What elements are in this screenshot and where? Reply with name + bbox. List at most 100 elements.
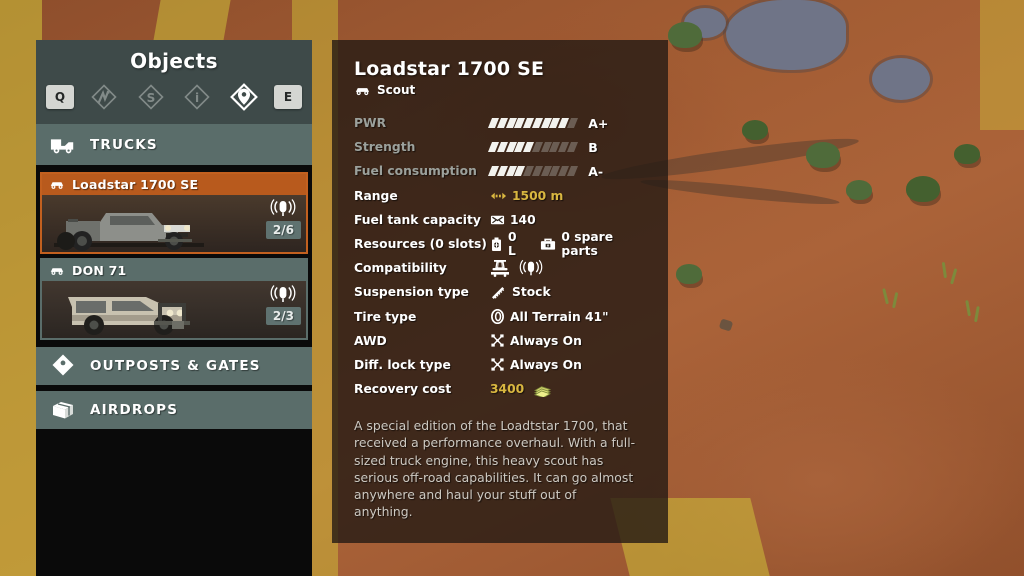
stat-label: Fuel consumption	[354, 164, 477, 179]
detail-class-label: Scout	[377, 83, 416, 97]
fuel-can-icon	[490, 237, 503, 252]
fuel-tank-icon	[490, 214, 505, 226]
stat-label: AWD	[354, 333, 387, 348]
svg-text:i: i	[195, 91, 199, 105]
sidebar-item-label: AIRDROPS	[90, 402, 179, 418]
tab-shop[interactable]: S	[134, 80, 168, 114]
truck-card-header: DON 71	[42, 260, 306, 281]
truck-icon	[50, 133, 76, 157]
stat-row-fuel-consumption: Fuel consumption A-	[354, 159, 648, 183]
stat-row-pwr: PWR A+	[354, 111, 648, 135]
stat-value: Always On	[490, 333, 582, 348]
sidebar-item-trucks[interactable]: TRUCKS	[36, 124, 312, 168]
stat-value	[490, 258, 543, 278]
stat-row-diff-lock-type: Diff. lock type Always On	[354, 353, 648, 377]
sidebar-item-label: TRUCKS	[90, 136, 158, 153]
list-item[interactable]: Loadstar 1700 SE 2/6	[40, 172, 308, 254]
list-item[interactable]: DON 71 2/3	[40, 258, 308, 340]
status-badge: 2/6	[265, 221, 301, 239]
tree	[742, 120, 768, 140]
stat-label: Strength	[354, 140, 416, 155]
stat-value-text: Always On	[510, 357, 582, 372]
sidebar-item-airdrops[interactable]: AIRDROPS	[36, 388, 312, 432]
truck-thumbnail	[54, 213, 204, 251]
detail-title: Loadstar 1700 SE	[354, 58, 545, 80]
stat-value: 1500 m	[490, 189, 563, 203]
detail-class: Scout	[354, 83, 648, 97]
stat-value: All Terrain 41"	[490, 309, 609, 325]
tree	[676, 264, 702, 284]
stat-bar	[487, 142, 579, 153]
truck-list: Loadstar 1700 SE 2/6 DON 71 2/3	[36, 168, 312, 340]
stat-grade: B	[588, 139, 598, 155]
stat-value: 140	[490, 213, 536, 227]
stat-label: Range	[354, 188, 398, 203]
water-body	[726, 0, 846, 70]
stat-row-tire-type: Tire type All Terrain 41"	[354, 305, 648, 329]
stat-row-fuel-tank-capacity: Fuel tank capacity 140	[354, 208, 648, 232]
stat-value-text: 0 L	[508, 230, 517, 259]
stat-value: A-	[487, 164, 603, 179]
sidebar-header: Objects Q S i E	[36, 40, 312, 124]
stat-value: 3400	[490, 382, 552, 397]
stat-row-suspension-type: Suspension type Stock	[354, 280, 648, 304]
stat-value-text-2: 0 spare parts	[561, 230, 614, 259]
scout-car-icon	[49, 265, 65, 276]
suspension-icon	[490, 285, 507, 300]
stat-row-resources: Resources (0 slots) 0 L o 0 spare parts	[354, 230, 648, 258]
stat-value: Stock	[490, 285, 551, 300]
tab-bar: Q S i E	[36, 80, 312, 117]
tab-routes[interactable]	[87, 80, 121, 114]
tree	[806, 142, 840, 168]
next-tab-key[interactable]: E	[273, 85, 302, 109]
sidebar-item-outposts-gates[interactable]: OUTPOSTS & GATES	[36, 344, 312, 388]
page-title: Objects	[130, 49, 218, 73]
rock	[718, 318, 734, 332]
grass-tuft	[950, 268, 958, 285]
terrain-marking	[980, 0, 1024, 130]
grass-tuft	[941, 261, 947, 279]
tab-info[interactable]: i	[180, 80, 214, 114]
stat-bar-segment	[567, 118, 579, 129]
truck-detail-panel: Loadstar 1700 SE Scout PWR A+ Strength B…	[332, 40, 668, 543]
stat-label: Recovery cost	[354, 382, 452, 397]
scout-car-icon	[354, 85, 371, 96]
stat-value-text: Always On	[510, 333, 582, 348]
tab-objects[interactable]	[227, 80, 261, 114]
truck-card-status: 2/3	[265, 283, 301, 325]
stat-label: Fuel tank capacity	[354, 212, 481, 227]
truck-card-body: 2/6	[42, 195, 306, 252]
radio-signal-icon	[270, 283, 296, 305]
radio-signal-icon	[270, 197, 296, 219]
svg-text:S: S	[146, 91, 155, 105]
truck-card-header: Loadstar 1700 SE	[42, 174, 306, 195]
stat-value-text: 1500 m	[512, 188, 564, 203]
grass-tuft	[882, 288, 889, 305]
stat-value: 0 L o 0 spare parts	[490, 230, 648, 258]
sidebar-item-label: OUTPOSTS & GATES	[90, 358, 261, 374]
stat-row-range: Range 1500 m	[354, 184, 648, 208]
radio-signal-icon	[519, 258, 543, 278]
tire-icon	[490, 309, 505, 325]
water-body	[872, 58, 930, 100]
stat-grade: A+	[588, 115, 609, 131]
crate-icon	[50, 398, 76, 422]
status-badge: 2/3	[265, 307, 301, 325]
stat-value-text: All Terrain 41"	[510, 309, 609, 324]
stat-value-text: 140	[510, 212, 536, 227]
difflock-icon	[490, 357, 505, 372]
stat-value-text: 3400	[490, 382, 525, 397]
stat-bar	[487, 118, 579, 129]
stat-value: A+	[487, 115, 609, 131]
detail-description: A special edition of the Loadtstar 1700,…	[354, 418, 636, 520]
stat-label: Compatibility	[354, 261, 447, 276]
stat-label: Resources (0 slots)	[354, 237, 487, 252]
stat-value-text: Stock	[512, 285, 551, 300]
tree	[846, 180, 872, 200]
prev-tab-key[interactable]: Q	[46, 85, 74, 109]
stat-row-strength: Strength B	[354, 135, 648, 159]
stat-label: PWR	[354, 116, 387, 131]
stat-row-recovery-cost: Recovery cost 3400	[354, 377, 648, 401]
stat-bar-segment	[567, 166, 579, 177]
tree	[906, 176, 940, 202]
